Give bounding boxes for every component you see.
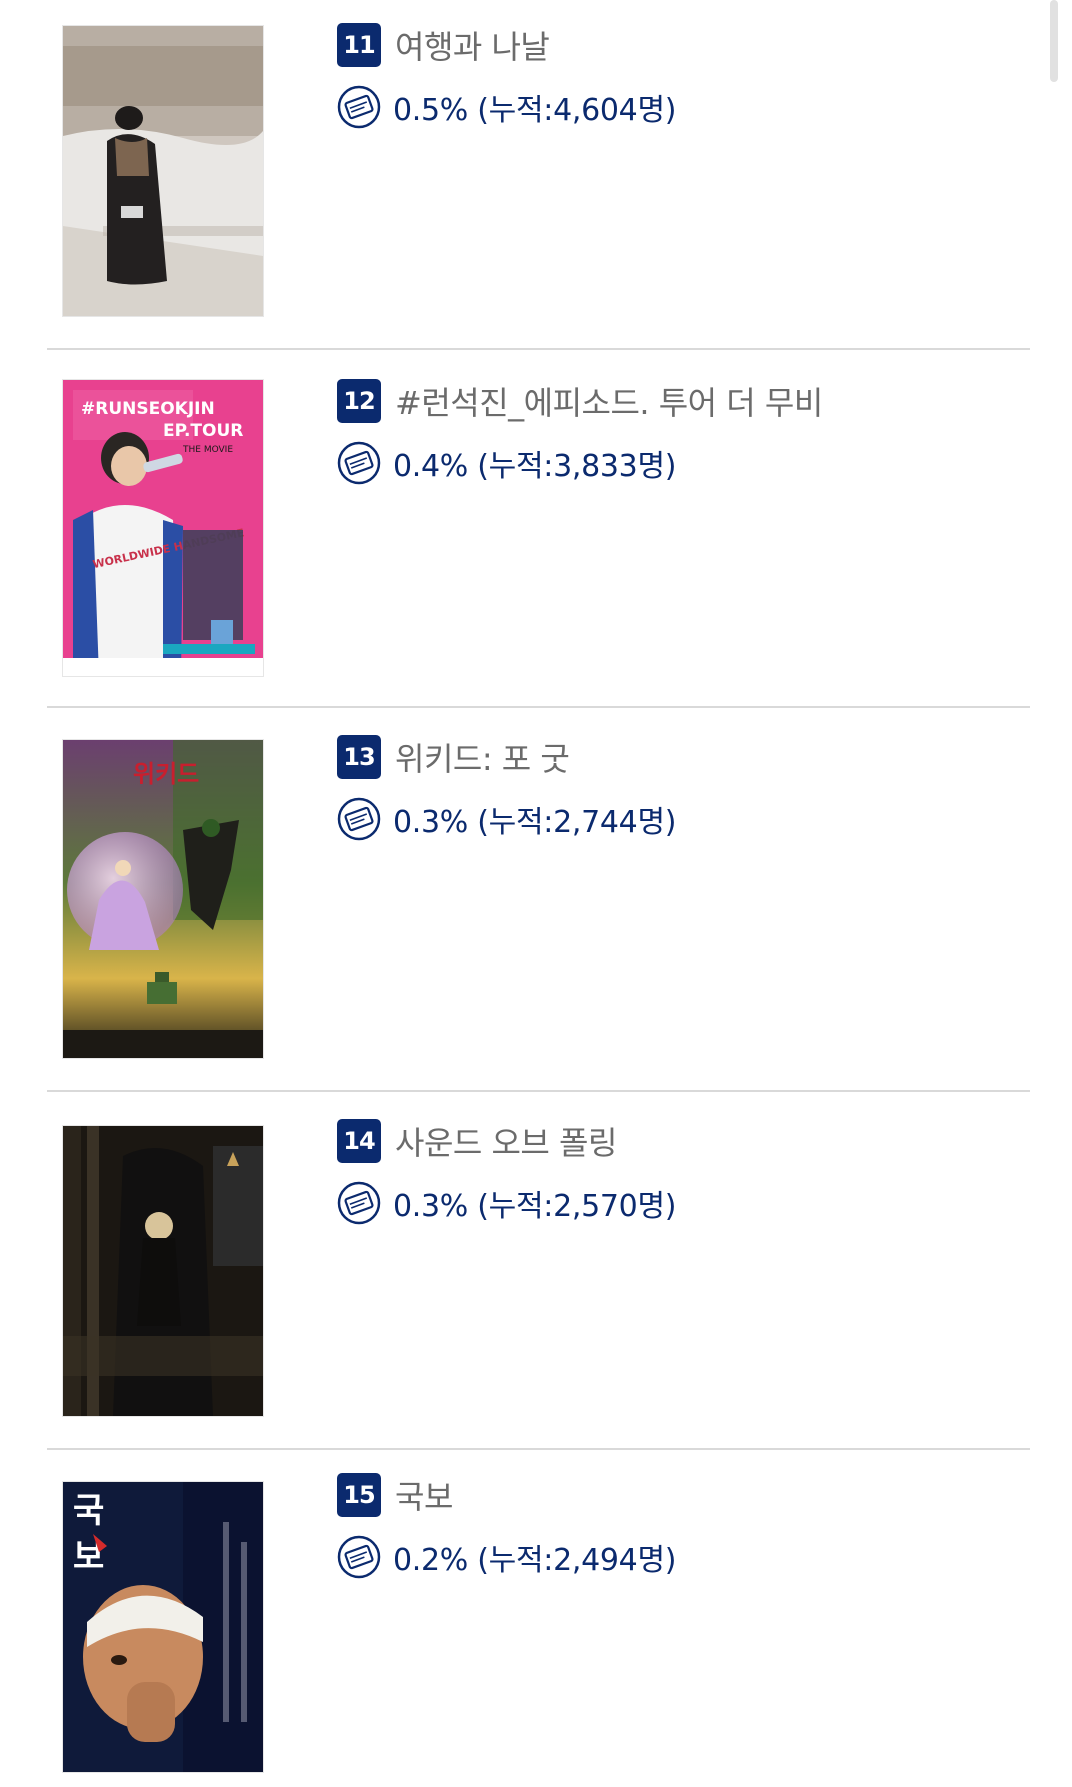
item-info: 14 사운드 오브 폴링 0.3% (누적:2,570명): [337, 1118, 676, 1226]
list-item[interactable]: #RUNSEOKJIN EP.TOUR THE MOVIE WORLDWIDE …: [47, 350, 1030, 708]
list-item[interactable]: 국 보 15 국보 0.2% (누적:2,494명): [47, 1450, 1030, 1781]
movie-title[interactable]: 국보: [395, 1472, 453, 1518]
poster-subtitle: THE MOVIE: [182, 445, 233, 455]
audience-share: 0.3% (누적:2,570명): [393, 1189, 677, 1224]
item-info: 12 #런석진_에피소드. 투어 더 무비 0.4% (누적:3,833명): [337, 378, 823, 486]
item-info: 11 여행과 나날 0.5% (누적:4,604명): [337, 22, 676, 130]
poster-image-sound-of-falling: [63, 1126, 263, 1416]
movie-title[interactable]: 위키드: 포 굿: [395, 734, 570, 780]
movie-title[interactable]: 여행과 나날: [395, 22, 550, 68]
movie-title[interactable]: 사운드 오브 폴링: [395, 1118, 617, 1164]
poster-title-1: 국: [73, 1491, 104, 1531]
poster-title-line2: EP.TOUR: [163, 421, 243, 441]
poster-image-wicked: 위키드: [63, 740, 263, 1058]
movie-poster[interactable]: [63, 26, 263, 316]
movie-poster[interactable]: 국 보: [63, 1482, 263, 1772]
audience-share: 0.2% (누적:2,494명): [393, 1543, 677, 1578]
list-item[interactable]: 14 사운드 오브 폴링 0.3% (누적:2,570명): [47, 1092, 1030, 1450]
ticket-icon: [337, 797, 381, 841]
poster-image-runseokjin: #RUNSEOKJIN EP.TOUR THE MOVIE WORLDWIDE …: [63, 380, 263, 676]
item-info: 13 위키드: 포 굿 0.3% (누적:2,744명): [337, 734, 676, 842]
movie-poster[interactable]: [63, 1126, 263, 1416]
rank-badge: 13: [337, 735, 381, 779]
audience-share: 0.5% (누적:4,604명): [393, 93, 677, 128]
ticket-icon: [337, 85, 381, 129]
item-info: 15 국보 0.2% (누적:2,494명): [337, 1472, 676, 1580]
poster-image-national-treasure: 국 보: [63, 1482, 263, 1772]
box-office-list: 11 여행과 나날 0.5% (누적:4,604명) #RUNSEOKJIN E…: [0, 0, 1072, 1781]
movie-poster[interactable]: #RUNSEOKJIN EP.TOUR THE MOVIE WORLDWIDE …: [63, 380, 263, 676]
poster-title-line1: #RUNSEOKJIN: [81, 399, 215, 419]
poster-image-travels: [63, 26, 263, 316]
ticket-icon: [337, 441, 381, 485]
list-item[interactable]: 위키드 13 위키드: 포 굿 0.3% (누적:2,744명): [47, 708, 1030, 1092]
audience-share: 0.4% (누적:3,833명): [393, 449, 677, 484]
audience-share: 0.3% (누적:2,744명): [393, 805, 677, 840]
rank-badge: 11: [337, 23, 381, 67]
ticket-icon: [337, 1181, 381, 1225]
rank-badge: 14: [337, 1119, 381, 1163]
poster-title: 위키드: [133, 760, 199, 788]
movie-title[interactable]: #런석진_에피소드. 투어 더 무비: [395, 378, 823, 424]
rank-badge: 15: [337, 1473, 381, 1517]
rank-badge: 12: [337, 379, 381, 423]
list-item[interactable]: 11 여행과 나날 0.5% (누적:4,604명): [47, 0, 1030, 350]
ticket-icon: [337, 1535, 381, 1579]
movie-poster[interactable]: 위키드: [63, 740, 263, 1058]
